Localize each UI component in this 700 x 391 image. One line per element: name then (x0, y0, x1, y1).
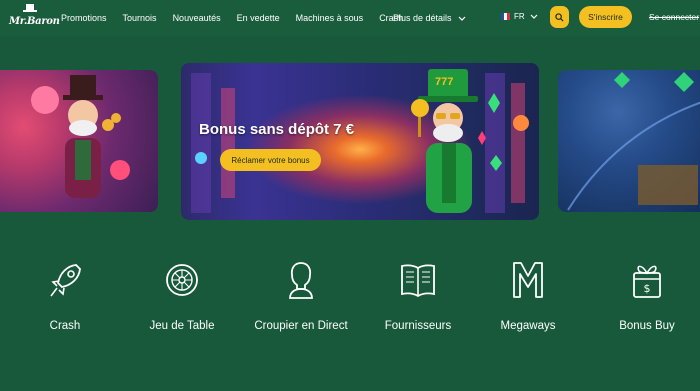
category-label: Croupier en Direct (254, 320, 348, 332)
chevron-down-icon (458, 16, 465, 21)
svg-text:$: $ (644, 282, 651, 295)
rocket-icon (50, 264, 81, 297)
promo-banner-left[interactable] (0, 70, 158, 212)
language-code: FR (514, 12, 525, 21)
category-bonus-buy[interactable]: $ Bonus Buy (597, 260, 697, 332)
main-nav: Promotions Tournois Nouveautés En vedett… (61, 0, 419, 36)
roulette-icon (166, 264, 198, 296)
category-label: Fournisseurs (384, 320, 452, 332)
language-selector[interactable]: FR (501, 12, 538, 21)
category-label: Crash (49, 320, 81, 332)
gift-icon: $ (633, 265, 661, 298)
hat-number: 777 (435, 76, 454, 88)
space-scene-image (567, 72, 700, 211)
category-label: Jeu de Table (149, 320, 215, 332)
nav-tournois[interactable]: Tournois (123, 13, 157, 23)
book-icon (401, 264, 435, 298)
category-megaways[interactable]: Megaways (478, 260, 578, 332)
category-live-dealer[interactable]: Croupier en Direct (251, 260, 351, 332)
france-flag-icon (501, 13, 510, 20)
search-button[interactable] (550, 6, 569, 28)
category-crash[interactable]: Crash (15, 260, 115, 332)
dealer-icon (289, 262, 313, 299)
claim-bonus-button[interactable]: Réclamer votre bonus (220, 149, 321, 171)
more-dropdown[interactable]: Plus de détails (393, 0, 466, 36)
banner-title: Bonus sans dépôt 7 € (199, 121, 355, 138)
nav-machines-a-sous[interactable]: Machines à sous (296, 13, 364, 23)
signup-button[interactable]: S'inscrire (579, 6, 632, 28)
login-link[interactable]: Se connecter (649, 12, 699, 22)
more-label: Plus de détails (393, 13, 452, 23)
brand-logo[interactable]: Mr.Baron (8, 3, 60, 33)
promo-banner-right[interactable] (558, 70, 700, 212)
category-shortcuts: Crash Jeu de Table Croupier en Direct Fo… (0, 260, 700, 340)
promo-banner-main[interactable]: Bonus sans dépôt 7 € Réclamer votre bonu… (181, 63, 539, 220)
megaways-icon (513, 262, 543, 298)
search-icon (555, 12, 564, 22)
top-navigation-bar: Mr.Baron Promotions Tournois Nouveautés … (0, 0, 700, 36)
nav-promotions[interactable]: Promotions (61, 13, 107, 23)
logo-text: Mr.Baron (9, 16, 60, 27)
nav-nouveautes[interactable]: Nouveautés (173, 13, 221, 23)
category-table-games[interactable]: Jeu de Table (132, 260, 232, 332)
category-providers[interactable]: Fournisseurs (368, 260, 468, 332)
category-label: Megaways (500, 320, 556, 332)
nav-en-vedette[interactable]: En vedette (237, 13, 280, 23)
baron-character-image (31, 75, 130, 198)
category-label: Bonus Buy (619, 320, 675, 332)
chevron-down-icon (530, 14, 538, 19)
